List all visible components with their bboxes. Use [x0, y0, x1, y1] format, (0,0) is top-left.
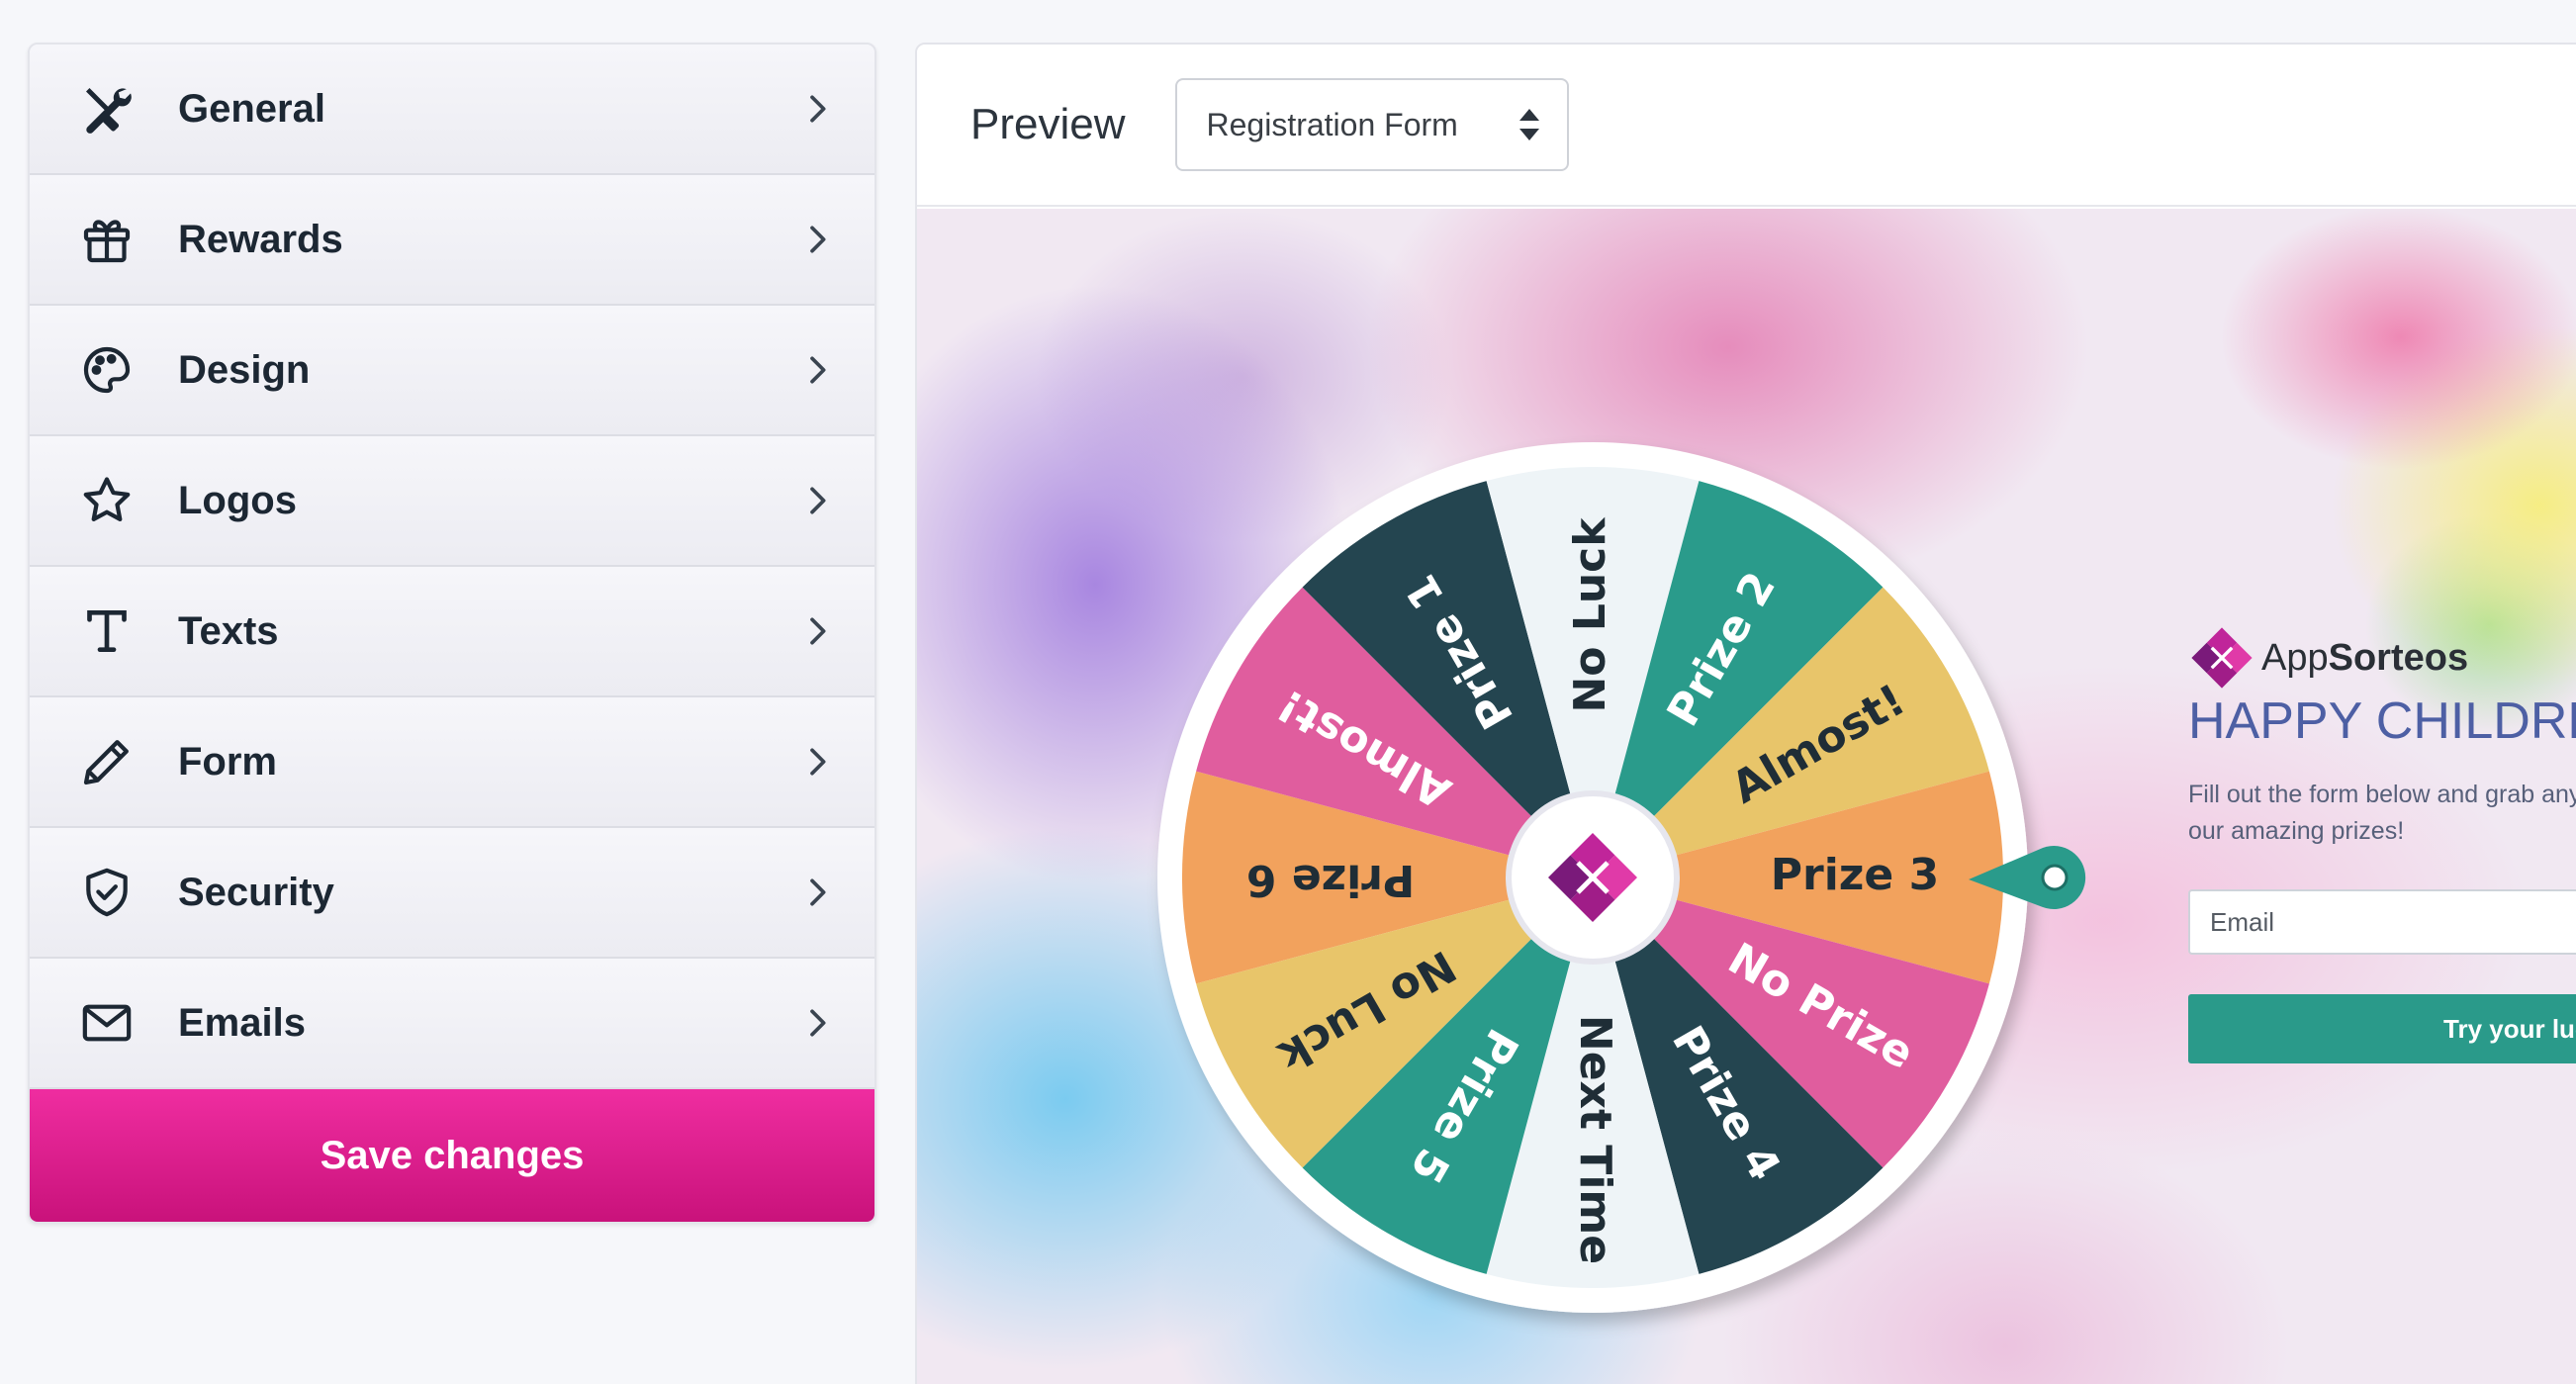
chevron-right-icon: [810, 95, 826, 123]
sidebar-item-emails[interactable]: Emails: [30, 959, 874, 1089]
wheel-segment-label: No Luck: [1565, 516, 1615, 713]
brand-app: App: [2261, 636, 2329, 679]
description-line-2: our amazing prizes!: [2188, 817, 2405, 845]
wheel-segment-label: Prize 6: [1246, 855, 1415, 905]
campaign-headline: HAPPY CHILDREN: [2188, 692, 2576, 750]
sidebar-item-label: Rewards: [178, 217, 343, 261]
select-value: Registration Form: [1206, 106, 1458, 142]
save-changes-button[interactable]: Save changes: [30, 1089, 874, 1222]
chevron-right-icon: [810, 878, 826, 906]
chevron-right-icon: [810, 356, 826, 384]
sort-arrows-icon: [1518, 109, 1539, 140]
sidebar-item-label: Form: [178, 739, 277, 784]
chevron-right-icon: [810, 1009, 826, 1037]
sidebar-item-rewards[interactable]: Rewards: [30, 175, 874, 306]
wheel-segment-label: Prize 3: [1771, 850, 1939, 900]
preview-header: Preview Registration Form: [917, 45, 2576, 207]
description-line-1: Fill out the form below and grab any of: [2188, 781, 2576, 808]
sidebar-item-general[interactable]: General: [30, 45, 874, 175]
sidebar-item-label: Design: [178, 347, 311, 392]
preview-panel: Preview Registration Form Prize 6 Almost!…: [915, 43, 2576, 1384]
chevron-right-icon: [810, 617, 826, 645]
campaign-description: Fill out the form below and grab any of …: [2188, 777, 2576, 850]
tools-icon: [77, 79, 137, 138]
sidebar-item-design[interactable]: Design: [30, 306, 874, 436]
sidebar-item-label: General: [178, 86, 325, 131]
sidebar-item-label: Security: [178, 870, 334, 914]
gift-icon: [77, 210, 137, 269]
sidebar-item-label: Texts: [178, 608, 279, 653]
sidebar-item-texts[interactable]: Texts: [30, 567, 874, 697]
palette-icon: [77, 340, 137, 400]
try-your-luck-button[interactable]: Try your luck: [2188, 994, 2576, 1063]
chevron-right-icon: [810, 226, 826, 253]
envelope-icon: [77, 993, 137, 1053]
sidebar-item-label: Emails: [178, 1000, 306, 1045]
preview-canvas: Prize 6 Almost! Prize 1 No Luck Prize 2 Almos…: [917, 209, 2576, 1384]
wheel-segment-label: Next Time: [1570, 1015, 1620, 1264]
star-icon: [77, 471, 137, 530]
sidebar-item-label: Logos: [178, 478, 297, 522]
pencil-icon: [77, 732, 137, 791]
sidebar-item-logos[interactable]: Logos: [30, 436, 874, 567]
preview-screen-select[interactable]: Registration Form: [1174, 78, 1569, 171]
sidebar-item-security[interactable]: Security: [30, 828, 874, 959]
chevron-right-icon: [810, 487, 826, 514]
brand-name: Sorteos: [2328, 636, 2469, 679]
chevron-right-icon: [810, 748, 826, 776]
gift-diamond-icon: [2191, 627, 2253, 689]
appsorteos-logo: AppSorteos: [2188, 624, 2468, 692]
shield-icon: [77, 863, 137, 922]
settings-sidebar: General Rewards Design Logos Texts Form …: [28, 43, 876, 1224]
email-field[interactable]: [2188, 889, 2576, 955]
sidebar-item-form[interactable]: Form: [30, 697, 874, 828]
preview-title: Preview: [970, 100, 1126, 148]
text-icon: [77, 601, 137, 661]
